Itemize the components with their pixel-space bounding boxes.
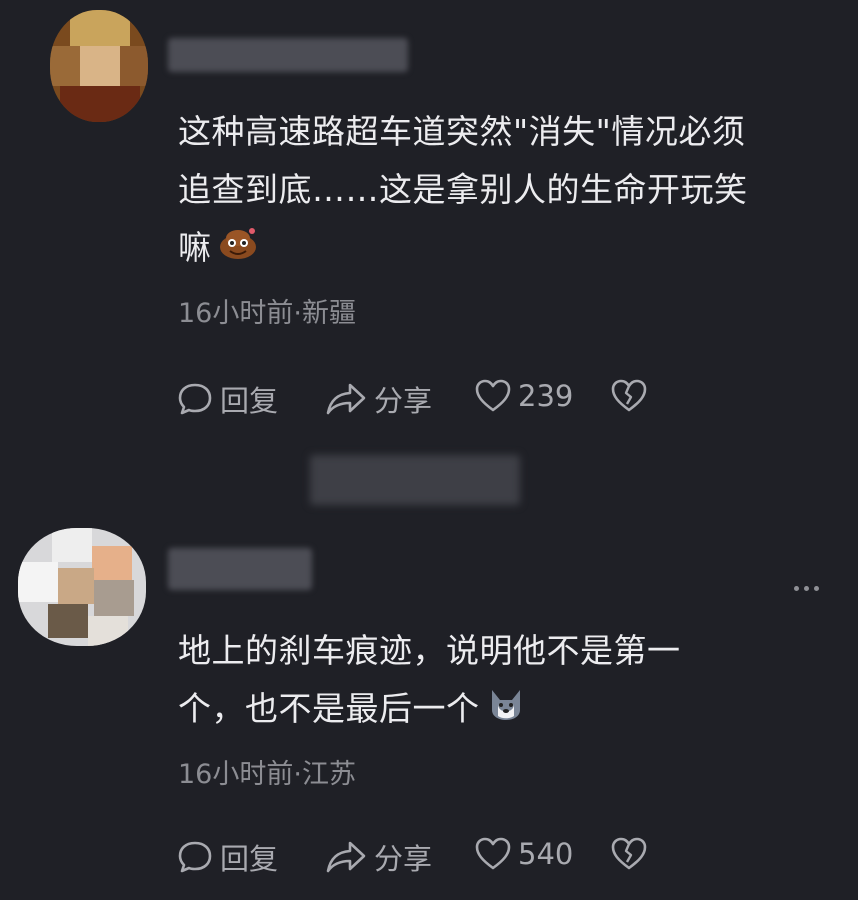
like-button[interactable]: 239: [474, 378, 573, 414]
username-blurred[interactable]: [168, 548, 312, 590]
comment-line: 追查到底……这是拿别人的生命开玩笑: [178, 170, 748, 209]
avatar[interactable]: [50, 10, 148, 122]
share-arrow-icon: [324, 839, 368, 875]
dislike-button[interactable]: [610, 836, 648, 872]
like-count: 540: [518, 837, 574, 871]
comment-line: 个，也不是最后一个: [178, 680, 681, 740]
comment-line: 嘛: [178, 219, 748, 279]
broken-heart-icon: [610, 378, 648, 414]
share-button[interactable]: 分享: [324, 378, 432, 420]
avatar[interactable]: [18, 528, 146, 646]
comment-meta: 16小时前·江苏: [178, 759, 356, 790]
comment-line: 这种高速路超车道突然"消失"情况必须: [178, 112, 746, 151]
share-label: 分享: [374, 384, 433, 418]
username-blurred[interactable]: [168, 38, 408, 72]
comment-text: 地上的刹车痕迹，说明他不是第一 个，也不是最后一个: [178, 622, 681, 740]
dislike-button[interactable]: [610, 378, 648, 414]
comment-line: 地上的刹车痕迹，说明他不是第一: [178, 631, 681, 670]
husky-dog-emoji-icon: [486, 682, 526, 740]
comment-text: 这种高速路超车道突然"消失"情况必须 追查到底……这是拿别人的生命开玩笑 嘛: [178, 103, 748, 279]
reply-label: 回复: [220, 384, 279, 418]
share-button[interactable]: 分享: [324, 836, 432, 878]
reply-button[interactable]: 回复: [176, 378, 278, 420]
poop-face-emoji-icon: [218, 221, 258, 279]
reply-button[interactable]: 回复: [176, 836, 278, 878]
comment-bubble-icon: [176, 381, 214, 417]
like-button[interactable]: 540: [474, 836, 573, 872]
more-options-icon[interactable]: [794, 578, 824, 598]
heart-icon: [474, 378, 512, 414]
comment-meta: 16小时前·新疆: [178, 298, 356, 329]
heart-icon: [474, 836, 512, 872]
like-count: 239: [518, 379, 574, 413]
blurred-separator: [310, 455, 520, 505]
reply-label: 回复: [220, 842, 279, 876]
broken-heart-icon: [610, 836, 648, 872]
share-label: 分享: [374, 842, 433, 876]
share-arrow-icon: [324, 381, 368, 417]
comment-bubble-icon: [176, 839, 214, 875]
